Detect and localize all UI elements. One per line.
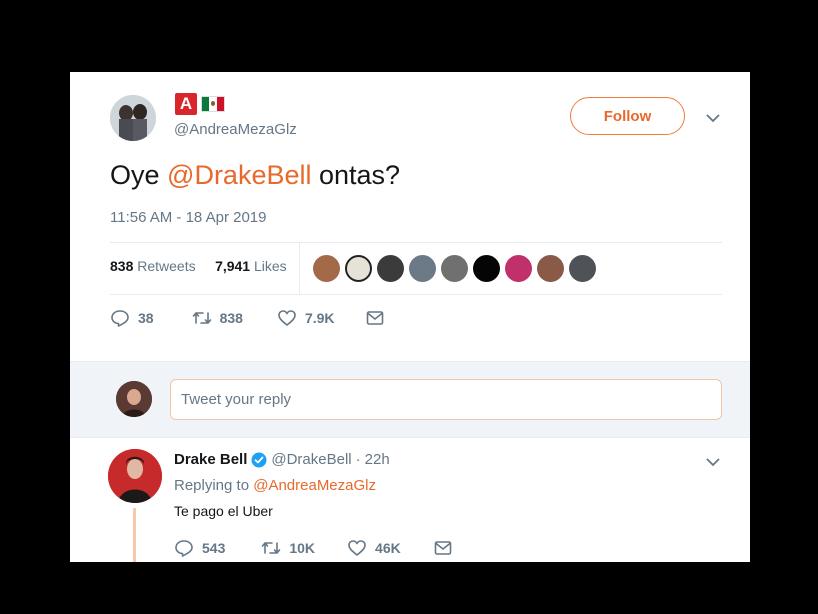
replying-to-link[interactable]: @AndreaMezaGlz bbox=[253, 477, 376, 494]
likes-stat[interactable]: 7,941 Likes bbox=[215, 258, 287, 274]
display-name-badges[interactable]: A bbox=[175, 93, 225, 115]
reply-action[interactable]: 543 bbox=[174, 538, 225, 558]
retweet-action[interactable]: 838 bbox=[192, 308, 243, 328]
reply-count: 38 bbox=[138, 310, 154, 326]
tweet-mention-link[interactable]: @DrakeBell bbox=[167, 160, 311, 190]
tweet-text-after: ontas? bbox=[311, 160, 401, 190]
tweet-stats: 838 Retweets 7,941 Likes bbox=[110, 258, 287, 274]
reply-action[interactable]: 38 bbox=[110, 308, 154, 328]
retweets-stat[interactable]: 838 Retweets bbox=[110, 258, 196, 274]
reply-icon bbox=[111, 310, 129, 327]
stats-divider bbox=[299, 242, 300, 294]
liker-avatar[interactable] bbox=[313, 255, 340, 282]
like-count: 46K bbox=[375, 540, 401, 556]
like-action[interactable]: 7.9K bbox=[277, 308, 335, 328]
like-count: 7.9K bbox=[304, 310, 335, 326]
tweet-text: Oye @DrakeBell ontas? bbox=[110, 160, 400, 191]
reply-author-avatar[interactable] bbox=[108, 449, 162, 503]
reply-text: Te pago el Uber bbox=[174, 503, 273, 519]
reply-count: 543 bbox=[202, 540, 226, 556]
likes-label: Likes bbox=[254, 258, 287, 274]
liker-avatar[interactable] bbox=[505, 255, 532, 282]
retweet-count: 10K bbox=[289, 540, 316, 556]
chevron-down-icon[interactable] bbox=[705, 454, 721, 470]
retweets-count: 838 bbox=[110, 258, 134, 274]
reply-header: Drake Bell @DrakeBell · 22h bbox=[174, 451, 390, 468]
liker-avatar[interactable] bbox=[377, 255, 404, 282]
tweet-card: A @AndreaMezaGlz Follow Oye @DrakeBell o… bbox=[70, 72, 750, 562]
dm-icon bbox=[434, 541, 452, 555]
retweet-count: 838 bbox=[219, 310, 243, 326]
liker-avatar[interactable] bbox=[537, 255, 564, 282]
reply-separator: · bbox=[355, 451, 361, 468]
liker-avatar[interactable] bbox=[409, 255, 436, 282]
current-user-avatar bbox=[116, 381, 152, 417]
thread-line bbox=[133, 508, 136, 562]
likes-count: 7,941 bbox=[215, 258, 251, 274]
divider bbox=[110, 242, 722, 243]
letter-badge: A bbox=[175, 93, 197, 115]
reply-time[interactable]: 22h bbox=[365, 451, 390, 468]
reply-composer bbox=[70, 361, 750, 438]
like-icon bbox=[348, 540, 366, 556]
author-handle[interactable]: @AndreaMezaGlz bbox=[174, 121, 297, 138]
retweet-icon bbox=[192, 312, 211, 324]
like-icon bbox=[278, 310, 296, 326]
replying-to: Replying to @AndreaMezaGlz bbox=[174, 477, 376, 494]
reply-author-handle[interactable]: @DrakeBell bbox=[271, 451, 351, 468]
tweet-timestamp[interactable]: 11:56 AM - 18 Apr 2019 bbox=[110, 209, 267, 226]
tweet-text-before: Oye bbox=[110, 160, 168, 190]
liker-avatar[interactable] bbox=[473, 255, 500, 282]
retweet-action[interactable]: 10K bbox=[261, 538, 315, 558]
chevron-down-icon[interactable] bbox=[705, 110, 721, 126]
verified-icon bbox=[251, 452, 267, 467]
author-avatar[interactable] bbox=[110, 95, 156, 141]
liker-avatar[interactable] bbox=[441, 255, 468, 282]
reply-icon bbox=[175, 540, 193, 557]
dm-icon bbox=[366, 311, 383, 325]
retweets-label: Retweets bbox=[137, 258, 196, 274]
mexico-flag-icon bbox=[201, 96, 225, 112]
reply-input[interactable] bbox=[170, 379, 722, 420]
like-action[interactable]: 46K bbox=[347, 538, 401, 558]
replying-prefix: Replying to bbox=[174, 477, 254, 494]
liker-avatars bbox=[313, 255, 596, 282]
reply-actions: 543 10K 46K bbox=[174, 538, 453, 558]
dm-action[interactable] bbox=[433, 538, 453, 558]
reply-author-name[interactable]: Drake Bell bbox=[174, 451, 247, 468]
divider bbox=[110, 294, 722, 295]
follow-button[interactable]: Follow bbox=[570, 97, 685, 135]
liker-avatar[interactable] bbox=[345, 255, 372, 282]
tweet-actions: 38 838 7.9K bbox=[110, 308, 385, 328]
liker-avatar[interactable] bbox=[569, 255, 596, 282]
retweet-icon bbox=[262, 542, 281, 554]
dm-action[interactable] bbox=[365, 308, 385, 328]
